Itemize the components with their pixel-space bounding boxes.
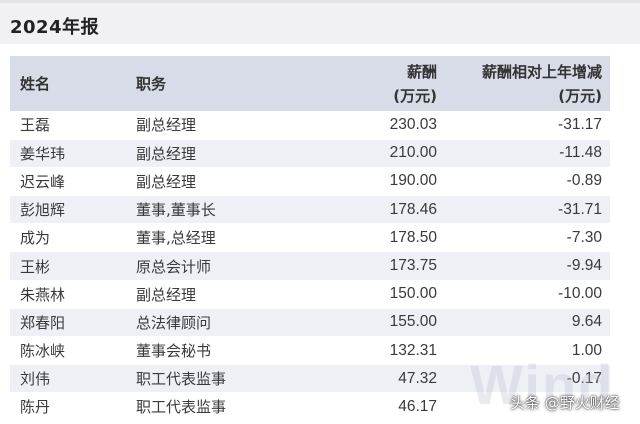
table-row[interactable]: 朱燕林 副总经理 150.00 -10.00 [10,280,610,309]
cell-position: 董事会秘书 [126,336,310,366]
cell-name: 姜华玮 [10,139,126,168]
header-change-unit: (万元) [558,86,602,105]
table-row[interactable]: 迟云峰 副总经理 190.00 -0.89 [10,167,610,197]
cell-position: 副总经理 [126,280,310,309]
cell-position: 董事,董事长 [126,195,310,225]
table-row[interactable]: 王彬 原总会计师 173.75 -9.94 [10,251,610,281]
cell-salary: 46.17 [310,392,445,422]
header-position[interactable]: 职务 [126,56,310,111]
cell-salary: 178.46 [310,195,445,225]
table-row[interactable]: 刘伟 职工代表监事 47.32 -0.17 [10,364,610,394]
table-row[interactable]: 彭旭辉 董事,董事长 178.46 -31.71 [10,195,610,225]
cell-position: 董事,总经理 [126,223,310,253]
cell-name: 迟云峰 [10,167,126,197]
header-change[interactable]: 薪酬相对上年增减 (万元) [445,56,610,111]
page-title: 2024年报 [10,17,100,38]
cell-name: 王磊 [10,111,126,140]
cell-change: -9.94 [445,251,610,281]
cell-position: 原总会计师 [126,251,310,281]
source-tag: 头条 @野火财经 [510,394,620,412]
cell-change: 9.64 [445,308,610,338]
cell-name: 陈冰峡 [10,336,126,366]
cell-change: -0.17 [445,364,610,394]
cell-salary: 155.00 [310,308,445,338]
cell-name: 朱燕林 [10,280,126,309]
cell-name: 刘伟 [10,364,126,394]
cell-position: 副总经理 [126,111,310,140]
cell-name: 成为 [10,223,126,253]
cell-position: 职工代表监事 [126,364,310,394]
cell-change: -11.48 [445,139,610,168]
header-salary[interactable]: 薪酬 (万元) [310,56,445,111]
cell-position: 副总经理 [126,167,310,197]
table-row[interactable]: 王磊 副总经理 230.03 -31.17 [10,111,610,140]
cell-position: 总法律顾问 [126,308,310,338]
table-row[interactable]: 陈冰峡 董事会秘书 132.31 1.00 [10,336,610,366]
salary-table-container: 姓名 职务 薪酬 (万元) 薪酬相对上年增减 (万元) 王磊 副总经理 230.03… [10,56,610,422]
header-name[interactable]: 姓名 [10,56,126,111]
cell-change: 1.00 [445,336,610,366]
cell-salary: 132.31 [310,336,445,366]
cell-salary: 150.00 [310,280,445,309]
cell-salary: 47.32 [310,364,445,394]
cell-salary: 230.03 [310,111,445,140]
header-change-label: 薪酬相对上年增减 [481,62,602,81]
header-salary-label: 薪酬 [406,62,437,81]
cell-change: -10.00 [445,280,610,309]
cell-position: 职工代表监事 [126,392,310,422]
table-row[interactable]: 郑春阳 总法律顾问 155.00 9.64 [10,308,610,338]
cell-name: 王彬 [10,251,126,281]
header-row: 姓名 职务 薪酬 (万元) 薪酬相对上年增减 (万元) [10,56,610,111]
cell-salary: 210.00 [310,139,445,168]
cell-salary: 173.75 [310,251,445,281]
cell-change: -31.17 [445,111,610,140]
salary-table: 姓名 职务 薪酬 (万元) 薪酬相对上年增减 (万元) 王磊 副总经理 230.03… [10,56,610,422]
title-bar: 2024年报 [0,0,640,44]
table-row[interactable]: 成为 董事,总经理 178.50 -7.30 [10,223,610,253]
table-row[interactable]: 姜华玮 副总经理 210.00 -11.48 [10,139,610,168]
table-header: 姓名 职务 薪酬 (万元) 薪酬相对上年增减 (万元) [10,56,610,111]
report-page: 2024年报 姓名 职务 薪酬 (万元) 薪酬相对上年增减 (万元) 王磊 副总… [0,0,640,424]
cell-change: -0.89 [445,167,610,197]
cell-position: 副总经理 [126,139,310,168]
header-salary-unit: (万元) [393,86,437,105]
cell-name: 彭旭辉 [10,195,126,225]
table-body: 王磊 副总经理 230.03 -31.17 姜华玮 副总经理 210.00 -11.48 迟云峰… [10,111,610,422]
cell-name: 郑春阳 [10,308,126,338]
cell-salary: 178.50 [310,223,445,253]
cell-name: 陈丹 [10,392,126,422]
cell-salary: 190.00 [310,167,445,197]
cell-change: -7.30 [445,223,610,253]
cell-change: -31.71 [445,195,610,225]
